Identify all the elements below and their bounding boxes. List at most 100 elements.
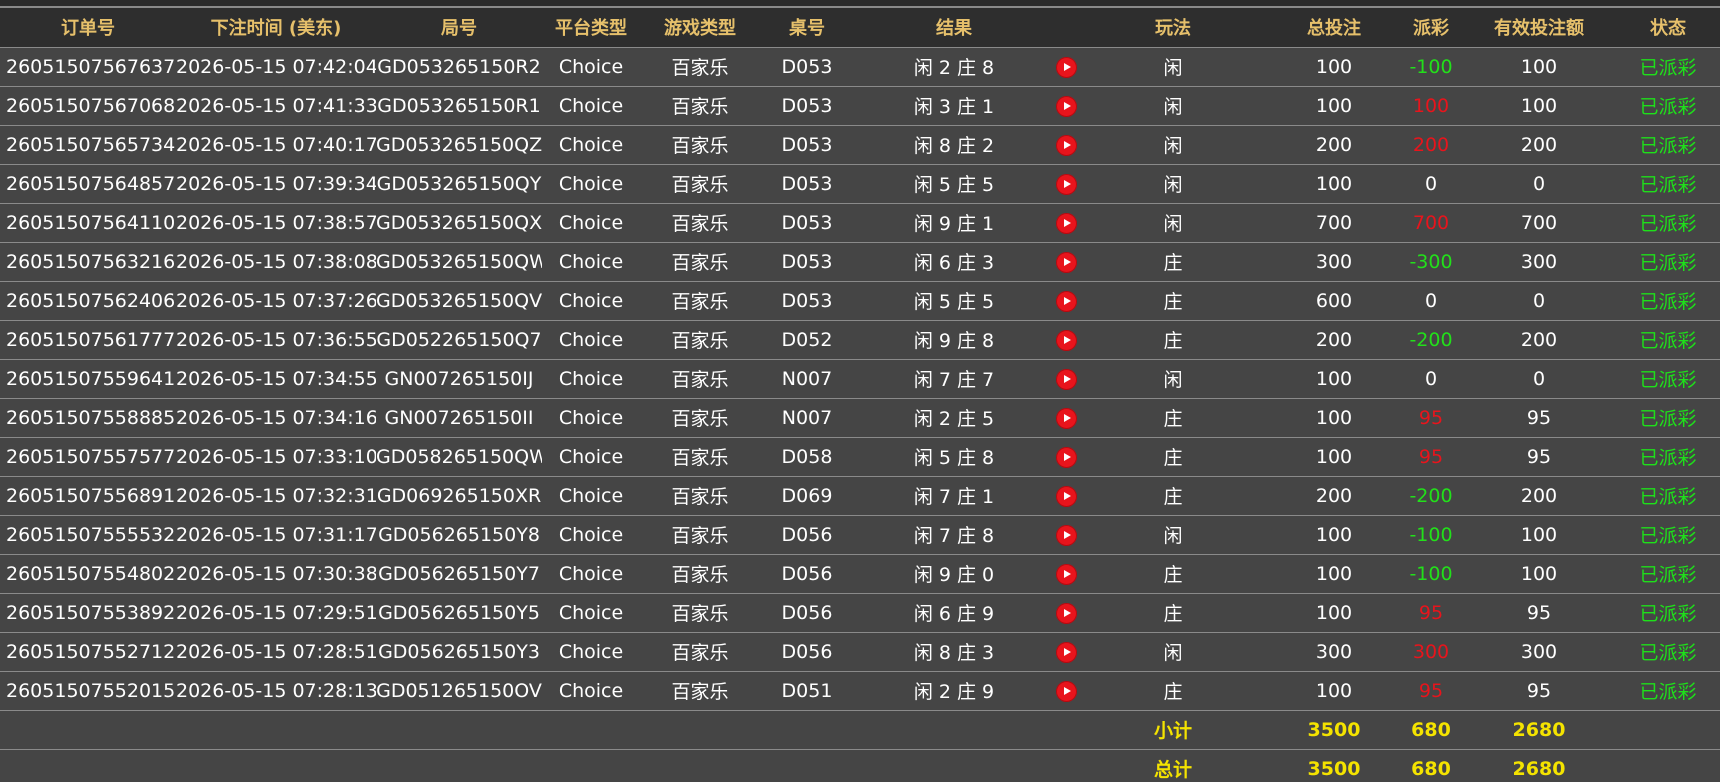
table-no-cell: D053 [760, 47, 854, 87]
total-bet-cell: 100 [1268, 47, 1400, 87]
play-circle-icon[interactable] [1055, 95, 1077, 117]
status-cell: 已派彩 [1616, 359, 1720, 399]
play-circle-icon[interactable] [1055, 329, 1077, 351]
header-game-type[interactable]: 游戏类型 [640, 8, 760, 48]
payout-cell: -100 [1400, 47, 1462, 87]
play-circle-icon[interactable] [1055, 251, 1077, 273]
play-circle-icon[interactable] [1055, 134, 1077, 156]
play-type-cell: 闲 [1078, 47, 1268, 87]
play-circle-icon[interactable] [1055, 173, 1077, 195]
order-no-cell: 260515075617779 [0, 320, 176, 360]
table-row[interactable]: 260515075568912 2026-05-15 07:32:31 GD0692… [0, 476, 1720, 516]
play-circle-icon[interactable] [1055, 212, 1077, 234]
table-no-cell: D053 [760, 86, 854, 126]
status-cell: 已派彩 [1616, 515, 1720, 555]
play-circle-icon[interactable] [1055, 641, 1077, 663]
header-status[interactable]: 状态 [1616, 8, 1720, 48]
table-row[interactable]: 260515075641106 2026-05-15 07:38:57 GD0532… [0, 203, 1720, 243]
play-circle-icon[interactable] [1055, 602, 1077, 624]
header-platform[interactable]: 平台类型 [542, 8, 640, 48]
table-row[interactable]: 260515075548023 2026-05-15 07:30:38 GD0562… [0, 554, 1720, 594]
payout-cell: 0 [1400, 281, 1462, 321]
result-cell: 闲 8 庄 3 [854, 632, 1054, 672]
header-play-type[interactable]: 玩法 [1078, 8, 1268, 48]
valid-bet-cell: 300 [1462, 242, 1616, 282]
table-row[interactable]: 260515075588859 2026-05-15 07:34:16 GN0072… [0, 398, 1720, 438]
play-circle-icon[interactable] [1055, 680, 1077, 702]
result-cell: 闲 2 庄 8 [854, 47, 1054, 87]
order-no-cell: 260515075596417 [0, 359, 176, 399]
table-no-cell: D053 [760, 164, 854, 204]
result-cell: 闲 3 庄 1 [854, 86, 1054, 126]
platform-cell: Choice [542, 320, 640, 360]
play-circle-icon[interactable] [1055, 563, 1077, 585]
payout-cell: 100 [1400, 86, 1462, 126]
table-no-cell: D056 [760, 593, 854, 633]
table-row[interactable]: 260515075617779 2026-05-15 07:36:55 GD0522… [0, 320, 1720, 360]
play-circle-icon[interactable] [1055, 290, 1077, 312]
play-circle-icon[interactable] [1055, 407, 1077, 429]
payout-cell: 0 [1400, 359, 1462, 399]
replay-cell [1054, 125, 1078, 165]
header-result[interactable]: 结果 [854, 8, 1054, 48]
replay-cell [1054, 86, 1078, 126]
valid-bet-cell: 95 [1462, 593, 1616, 633]
game-type-cell: 百家乐 [640, 320, 760, 360]
total-valid: 2680 [1512, 757, 1566, 780]
play-circle-icon[interactable] [1055, 368, 1077, 390]
header-bet-time[interactable]: 下注时间 (美东) [176, 8, 376, 48]
play-circle-icon[interactable] [1055, 446, 1077, 468]
payout-cell: 95 [1400, 398, 1462, 438]
order-no-cell: 260515075548023 [0, 554, 176, 594]
table-row[interactable]: 260515075538923 2026-05-15 07:29:51 GD0562… [0, 593, 1720, 633]
play-circle-icon[interactable] [1055, 485, 1077, 507]
table-row[interactable]: 260515075596417 2026-05-15 07:34:55 GN0072… [0, 359, 1720, 399]
play-type-cell: 庄 [1078, 554, 1268, 594]
valid-bet-cell: 100 [1462, 554, 1616, 594]
bet-time-cell: 2026-05-15 07:28:51 [176, 632, 376, 672]
bet-time-cell: 2026-05-15 07:42:04 [176, 47, 376, 87]
table-no-cell: N007 [760, 359, 854, 399]
table-row[interactable]: 260515075624064 2026-05-15 07:37:26 GD0532… [0, 281, 1720, 321]
play-circle-icon[interactable] [1055, 56, 1077, 78]
valid-bet-cell: 200 [1462, 476, 1616, 516]
table-row[interactable]: 260515075670683 2026-05-15 07:41:33 GD0532… [0, 86, 1720, 126]
header-round-no[interactable]: 局号 [376, 8, 542, 48]
table-row[interactable]: 260515075575779 2026-05-15 07:33:10 GD0582… [0, 437, 1720, 477]
table-row[interactable]: 260515075676378 2026-05-15 07:42:04 GD0532… [0, 47, 1720, 87]
header-table-no[interactable]: 桌号 [760, 8, 854, 48]
replay-cell [1054, 671, 1078, 711]
platform-cell: Choice [542, 632, 640, 672]
header-order-no[interactable]: 订单号 [0, 8, 176, 48]
total-bet-cell: 200 [1268, 125, 1400, 165]
header-total-bet[interactable]: 总投注 [1268, 8, 1400, 48]
platform-cell: Choice [542, 203, 640, 243]
bet-time-cell: 2026-05-15 07:36:55 [176, 320, 376, 360]
play-circle-icon[interactable] [1055, 524, 1077, 546]
valid-bet-cell: 700 [1462, 203, 1616, 243]
table-row[interactable]: 260515075555329 2026-05-15 07:31:17 GD0562… [0, 515, 1720, 555]
valid-bet-cell: 95 [1462, 671, 1616, 711]
bet-time-cell: 2026-05-15 07:33:10 [176, 437, 376, 477]
table-row[interactable]: 260515075632168 2026-05-15 07:38:08 GD0532… [0, 242, 1720, 282]
order-no-cell: 260515075641106 [0, 203, 176, 243]
total-bet-cell: 300 [1268, 242, 1400, 282]
bet-time-cell: 2026-05-15 07:37:26 [176, 281, 376, 321]
table-row[interactable]: 260515075657340 2026-05-15 07:40:17 GD0532… [0, 125, 1720, 165]
result-cell: 闲 6 庄 3 [854, 242, 1054, 282]
game-type-cell: 百家乐 [640, 359, 760, 399]
table-no-cell: D053 [760, 281, 854, 321]
total-bet-cell: 100 [1268, 554, 1400, 594]
status-cell: 已派彩 [1616, 203, 1720, 243]
bet-time-cell: 2026-05-15 07:30:38 [176, 554, 376, 594]
table-row[interactable]: 260515075520151 2026-05-15 07:28:13 GD0512… [0, 671, 1720, 711]
valid-bet-cell: 100 [1462, 86, 1616, 126]
round-no-cell: GD053265150QZ [376, 125, 542, 165]
table-row[interactable]: 260515075527125 2026-05-15 07:28:51 GD0562… [0, 632, 1720, 672]
valid-bet-cell: 0 [1462, 164, 1616, 204]
status-cell: 已派彩 [1616, 320, 1720, 360]
bet-time-cell: 2026-05-15 07:34:16 [176, 398, 376, 438]
header-valid-bet[interactable]: 有效投注额 [1462, 8, 1616, 48]
header-payout[interactable]: 派彩 [1400, 8, 1462, 48]
table-row[interactable]: 260515075648579 2026-05-15 07:39:34 GD0532… [0, 164, 1720, 204]
